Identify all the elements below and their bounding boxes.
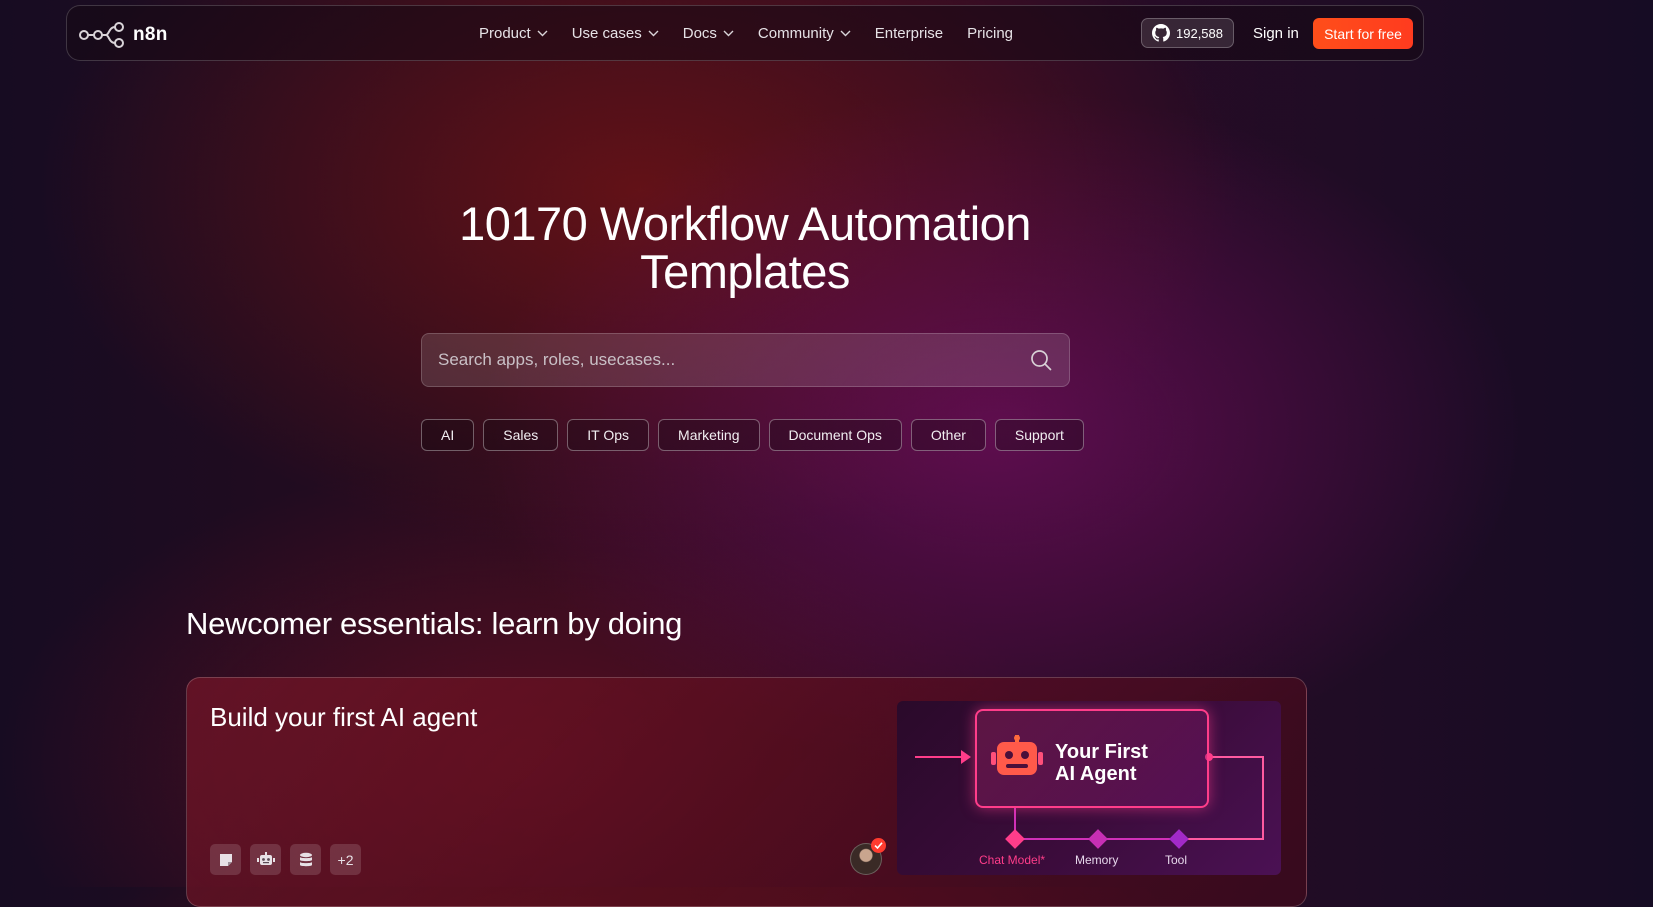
search-box: [421, 333, 1070, 387]
verified-badge-icon: [871, 838, 886, 853]
chip-support[interactable]: Support: [994, 419, 1084, 451]
chip-ai[interactable]: AI: [421, 419, 475, 451]
nav-docs-label: Docs: [682, 24, 717, 42]
nav-use-cases-label: Use cases: [571, 24, 642, 42]
page-title-line-2: Templates: [640, 245, 850, 298]
robot-icon: [991, 735, 1043, 775]
ai-agent-node-title: Your First AI Agent: [1055, 741, 1205, 785]
category-chips: AI Sales IT Ops Marketing Document Ops O…: [421, 419, 1084, 451]
memory-label: Memory: [1075, 853, 1119, 867]
search-icon[interactable]: [1029, 348, 1053, 372]
nav-community[interactable]: Community: [758, 25, 851, 42]
chip-it-ops[interactable]: IT Ops: [567, 419, 650, 451]
ai-agent-node-title-line-2: AI Agent: [1055, 763, 1137, 785]
chevron-down-icon: [537, 30, 548, 36]
more-apps-count: +2: [330, 844, 361, 875]
nav-community-label: Community: [757, 24, 834, 42]
github-stars-button[interactable]: 192,588: [1141, 18, 1234, 48]
tool-label: Tool: [1165, 853, 1188, 867]
brand-name: n8n: [133, 24, 168, 45]
template-app-icons: +2: [210, 844, 361, 875]
ai-agent-node: Your First AI Agent: [975, 709, 1209, 808]
database-icon: [290, 844, 321, 875]
start-for-free-button[interactable]: Start for free: [1313, 18, 1413, 49]
chip-document-ops[interactable]: Document Ops: [768, 419, 902, 451]
github-stars-count: 192,588: [1176, 25, 1223, 41]
nav-links: Product Use cases Docs Community Enterpr…: [479, 6, 1013, 60]
robot-icon: [250, 844, 281, 875]
nav-product-label: Product: [479, 24, 531, 42]
chevron-down-icon: [723, 30, 734, 36]
search-input[interactable]: [422, 334, 1029, 386]
chevron-down-icon: [648, 30, 659, 36]
nav-pricing-label: Pricing: [967, 24, 1014, 42]
chip-other[interactable]: Other: [910, 419, 986, 451]
nav-docs[interactable]: Docs: [683, 25, 734, 42]
sign-in-link[interactable]: Sign in: [1253, 6, 1299, 60]
ai-agent-node-title-line-1: Your First: [1055, 741, 1148, 763]
template-preview-image: Your First AI Agent Chat Model* Memory T…: [897, 701, 1281, 875]
note-icon: [210, 844, 241, 875]
template-card-title: Build your first AI agent: [210, 702, 478, 732]
github-icon: [1152, 24, 1170, 42]
page-title-line-1: 10170 Workflow Automation: [459, 197, 1031, 250]
page-title: 10170 Workflow Automation Templates: [420, 200, 1070, 296]
chip-sales[interactable]: Sales: [483, 419, 559, 451]
brand-logo[interactable]: n8n: [79, 22, 168, 48]
nav-product[interactable]: Product: [479, 25, 548, 42]
chip-marketing[interactable]: Marketing: [658, 419, 760, 451]
chat-model-label: Chat Model*: [979, 853, 1046, 867]
nav-use-cases[interactable]: Use cases: [572, 25, 659, 42]
nav-enterprise-label: Enterprise: [874, 24, 944, 42]
top-navbar: n8n Product Use cases Docs Community Ent…: [66, 5, 1424, 61]
chevron-down-icon: [840, 30, 851, 36]
nav-pricing[interactable]: Pricing: [967, 25, 1013, 42]
section-title: Newcomer essentials: learn by doing: [186, 606, 683, 641]
nav-enterprise[interactable]: Enterprise: [875, 25, 943, 42]
n8n-logo-icon: [79, 22, 124, 48]
template-card[interactable]: Build your first AI agent +2 Your First …: [186, 677, 1307, 907]
